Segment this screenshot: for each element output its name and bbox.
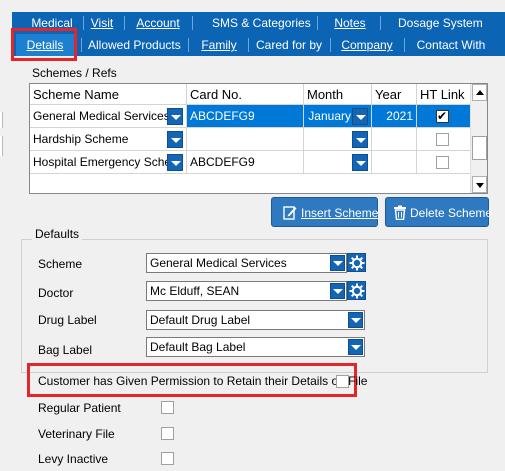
tab-dosage-system[interactable]: Dosage System bbox=[398, 12, 483, 34]
left-edge-fragment bbox=[0, 136, 3, 156]
veterinary-file-checkbox[interactable] bbox=[161, 427, 174, 440]
scroll-thumb[interactable] bbox=[472, 136, 487, 160]
doctor-settings-button[interactable] bbox=[347, 281, 366, 300]
scroll-down-icon[interactable] bbox=[472, 176, 487, 193]
trash-icon bbox=[394, 205, 406, 220]
scheme-label: Scheme bbox=[38, 257, 83, 271]
ht-link-cell[interactable]: ✔ bbox=[417, 105, 471, 128]
year-cell[interactable]: 2021 bbox=[372, 105, 417, 128]
tab-sms-categories[interactable]: SMS & Categories bbox=[212, 12, 311, 34]
year-cell[interactable] bbox=[372, 128, 417, 151]
insert-scheme-button[interactable]: Insert Scheme bbox=[271, 197, 378, 227]
chevron-down-icon[interactable] bbox=[330, 255, 345, 271]
ht-link-checkbox[interactable]: ✔ bbox=[436, 109, 449, 123]
tab-account[interactable]: Account bbox=[134, 12, 182, 34]
delete-scheme-button[interactable]: Delete Scheme bbox=[385, 197, 492, 227]
schemes-title: Schemes / Refs bbox=[32, 66, 117, 80]
default-drug-label-select[interactable]: Default Drug Label bbox=[146, 310, 365, 330]
scheme-name-cell[interactable]: Hardship Scheme bbox=[30, 128, 187, 151]
col-scheme-name[interactable]: Scheme Name bbox=[30, 84, 187, 105]
tab-contact-with[interactable]: Contact With bbox=[415, 34, 487, 56]
card-no-cell[interactable]: ABCDEFG9 bbox=[187, 151, 304, 174]
scroll-up-icon[interactable] bbox=[472, 84, 487, 101]
chevron-down-icon[interactable] bbox=[348, 339, 363, 355]
regular-patient-checkbox[interactable] bbox=[161, 401, 174, 414]
chevron-down-icon[interactable] bbox=[330, 283, 345, 299]
tab-company[interactable]: Company bbox=[340, 34, 394, 56]
tab-family[interactable]: Family bbox=[200, 34, 238, 56]
permission-label: Customer has Given Permission to Retain … bbox=[38, 374, 368, 388]
scheme-settings-button[interactable] bbox=[347, 253, 366, 272]
chevron-down-icon[interactable] bbox=[348, 312, 363, 328]
gear-icon bbox=[349, 283, 365, 299]
levy-inactive-label: Levy Inactive bbox=[38, 452, 109, 466]
table-row[interactable]: Hospital Emergency Scheme ABCDEFG9 bbox=[30, 151, 471, 174]
tab-visit[interactable]: Visit bbox=[90, 12, 114, 34]
month-dropdown-button[interactable] bbox=[352, 154, 368, 171]
scheme-dropdown-button[interactable] bbox=[167, 154, 183, 171]
col-month[interactable]: Month bbox=[304, 84, 372, 105]
doctor-label: Doctor bbox=[38, 286, 74, 300]
col-card-no[interactable]: Card No. bbox=[187, 84, 304, 105]
tab-row-bottom: Details Allowed Products Family Cared fo… bbox=[12, 34, 505, 56]
grid-scrollbar[interactable] bbox=[470, 84, 487, 193]
tab-cared-for-by[interactable]: Cared for by bbox=[256, 34, 322, 56]
default-bag-label-select[interactable]: Default Bag Label bbox=[146, 337, 365, 357]
tab-row-top: Medical Visit Account SMS & Categories N… bbox=[12, 12, 505, 34]
tab-medical[interactable]: Medical bbox=[28, 12, 76, 34]
check-icon: ✔ bbox=[437, 109, 448, 123]
defaults-title: Defaults bbox=[32, 227, 83, 241]
scheme-dropdown-button[interactable] bbox=[167, 108, 183, 125]
month-cell[interactable] bbox=[304, 128, 372, 151]
edit-icon bbox=[283, 206, 297, 220]
table-row[interactable]: Hardship Scheme bbox=[30, 128, 471, 151]
col-year[interactable]: Year bbox=[372, 84, 417, 105]
scheme-name-cell[interactable]: General Medical Services bbox=[30, 105, 187, 128]
veterinary-file-label: Veterinary File bbox=[38, 427, 115, 441]
month-dropdown-button[interactable] bbox=[352, 131, 368, 148]
scheme-name-cell[interactable]: Hospital Emergency Scheme bbox=[30, 151, 187, 174]
levy-inactive-checkbox[interactable] bbox=[161, 452, 174, 465]
permission-checkbox[interactable] bbox=[336, 375, 349, 388]
gear-icon bbox=[349, 255, 365, 271]
bag-label-label: Bag Label bbox=[38, 343, 93, 357]
col-ht-link[interactable]: HT Link bbox=[417, 84, 471, 105]
month-dropdown-button[interactable] bbox=[352, 108, 368, 125]
card-no-cell[interactable]: ABCDEFG9 bbox=[187, 105, 304, 128]
drug-label-label: Drug Label bbox=[38, 313, 97, 327]
scheme-dropdown-button[interactable] bbox=[167, 131, 183, 148]
ht-link-checkbox[interactable] bbox=[436, 133, 449, 146]
month-cell[interactable] bbox=[304, 151, 372, 174]
default-scheme-select[interactable]: General Medical Services bbox=[146, 253, 347, 273]
tab-allowed-products[interactable]: Allowed Products bbox=[88, 34, 181, 56]
ht-link-checkbox[interactable] bbox=[436, 156, 449, 169]
ht-link-cell[interactable] bbox=[417, 151, 471, 174]
table-row[interactable]: General Medical Services ABCDEFG9 Januar… bbox=[30, 105, 471, 128]
regular-patient-label: Regular Patient bbox=[38, 401, 121, 415]
tab-details[interactable]: Details bbox=[16, 34, 74, 56]
tab-notes[interactable]: Notes bbox=[334, 12, 366, 34]
month-cell[interactable]: January bbox=[304, 105, 372, 128]
default-doctor-select[interactable]: Mc Elduff, SEAN bbox=[146, 281, 347, 301]
schemes-grid[interactable]: Scheme Name Card No. Month Year HT Link … bbox=[29, 83, 488, 194]
card-no-cell[interactable] bbox=[187, 128, 304, 151]
left-edge-fragment bbox=[0, 112, 3, 128]
year-cell[interactable] bbox=[372, 151, 417, 174]
ht-link-cell[interactable] bbox=[417, 128, 471, 151]
